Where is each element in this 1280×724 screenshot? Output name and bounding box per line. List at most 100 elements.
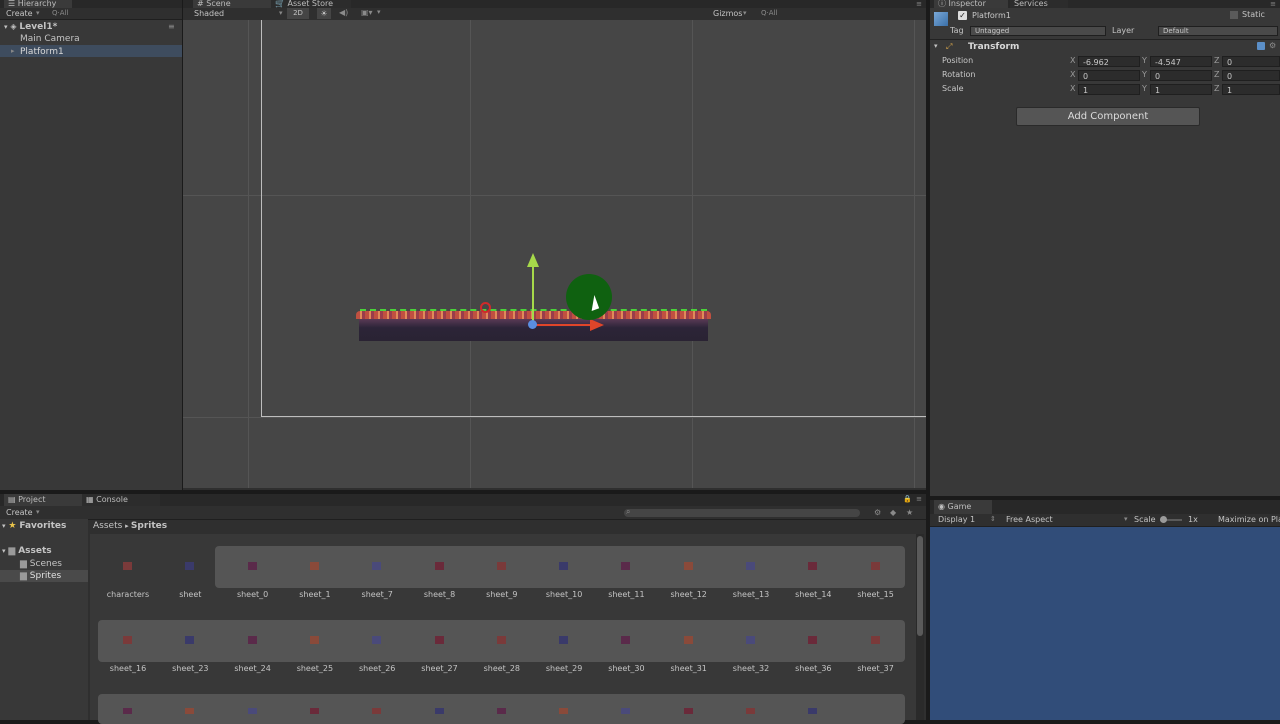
breadcrumb-sprites[interactable]: Sprites xyxy=(131,521,167,531)
hierarchy-create-button[interactable]: Create xyxy=(6,9,33,18)
asset-label[interactable]: sheet_8 xyxy=(409,590,471,599)
asset-thumbnail[interactable] xyxy=(123,636,132,644)
transform-z-field[interactable]: 0 xyxy=(1222,70,1280,81)
asset-label[interactable]: sheet_37 xyxy=(845,664,907,673)
game-viewport[interactable] xyxy=(930,527,1280,720)
asset-label[interactable]: sheet_32 xyxy=(720,664,782,673)
asset-thumbnail[interactable] xyxy=(247,636,257,644)
asset-label[interactable]: sheet_12 xyxy=(658,590,720,599)
assets-row[interactable]: ▾ ▆ Assets xyxy=(2,546,52,556)
scale-slider-thumb[interactable] xyxy=(1160,516,1167,523)
tag-dropdown[interactable]: Untagged xyxy=(970,26,1106,36)
maximize-on-play-toggle[interactable]: Maximize on Play xyxy=(1218,515,1280,524)
asset-label[interactable]: sheet_27 xyxy=(409,664,471,673)
shading-dropdown[interactable]: Shaded xyxy=(194,9,224,18)
axis-label-z[interactable]: Z xyxy=(1214,55,1219,67)
asset-label[interactable]: sheet_23 xyxy=(159,664,221,673)
transform-settings-icon[interactable]: ⚙ xyxy=(1269,41,1276,50)
transform-x-field[interactable]: -6.962 xyxy=(1078,56,1140,67)
tab-inspector[interactable]: ⓘ Inspector xyxy=(934,0,1008,8)
asset-label[interactable]: sheet_10 xyxy=(533,590,595,599)
transform-x-field[interactable]: 0 xyxy=(1078,70,1140,81)
asset-thumbnail[interactable] xyxy=(870,562,880,570)
aspect-dropdown[interactable]: Free Aspect xyxy=(1006,515,1053,524)
asset-label[interactable]: sheet_25 xyxy=(284,664,346,673)
favorites-row[interactable]: ▾ ★ Favorites xyxy=(2,521,66,531)
asset-label[interactable]: sheet_24 xyxy=(222,664,284,673)
asset-thumbnail[interactable] xyxy=(746,636,755,644)
pivot-circle[interactable] xyxy=(480,302,491,313)
asset-label[interactable]: sheet_13 xyxy=(720,590,782,599)
asset-thumbnail[interactable] xyxy=(683,562,693,570)
asset-thumbnail[interactable] xyxy=(496,708,506,714)
gizmo-y-axis[interactable] xyxy=(532,264,534,326)
axis-label-x[interactable]: X xyxy=(1070,83,1075,95)
hierarchy-item-main-camera[interactable]: Main Camera xyxy=(20,34,80,44)
project-scroll-thumb[interactable] xyxy=(917,536,923,636)
asset-thumbnail[interactable] xyxy=(559,562,569,570)
transform-y-field[interactable]: 0 xyxy=(1150,70,1212,81)
tab-asset-store[interactable]: 🛒 Asset Store xyxy=(271,0,351,8)
asset-thumbnail[interactable] xyxy=(434,562,444,570)
asset-thumbnail[interactable] xyxy=(559,636,569,644)
transform-y-field[interactable]: -4.547 xyxy=(1150,56,1212,67)
effects-toggle-icon[interactable]: ▣▾ xyxy=(361,8,373,17)
axis-label-z[interactable]: Z xyxy=(1214,69,1219,81)
asset-thumbnail[interactable] xyxy=(621,562,631,570)
asset-thumbnail[interactable] xyxy=(746,562,755,570)
asset-thumbnail[interactable] xyxy=(247,562,257,570)
axis-label-x[interactable]: X xyxy=(1070,69,1075,81)
gizmo-x-arrow-icon[interactable] xyxy=(590,319,604,331)
axis-label-y[interactable]: Y xyxy=(1142,55,1147,67)
folder-scenes[interactable]: ▆ Scenes xyxy=(20,559,62,569)
breadcrumb-assets[interactable]: Assets xyxy=(93,521,122,531)
asset-label[interactable]: sheet_30 xyxy=(595,664,657,673)
tab-game[interactable]: ◉ Game xyxy=(934,500,992,514)
active-checkbox[interactable]: ✓ xyxy=(958,11,967,20)
gizmo-y-arrow-icon[interactable] xyxy=(527,253,539,267)
scene-root-row[interactable]: ▾ ◈ Level1* ≡ xyxy=(4,22,180,33)
asset-label[interactable]: sheet_36 xyxy=(782,664,844,673)
asset-label[interactable]: sheet xyxy=(159,590,221,599)
asset-label[interactable]: sheet_0 xyxy=(222,590,284,599)
asset-thumbnail[interactable] xyxy=(247,708,257,714)
tab-console[interactable]: ▦ Console xyxy=(82,494,160,506)
inspector-menu-icon[interactable]: ≡ xyxy=(1270,0,1276,8)
gizmo-x-axis[interactable] xyxy=(534,324,592,326)
scene-viewport[interactable] xyxy=(183,20,926,488)
tab-project[interactable]: ▤ Project xyxy=(4,494,82,506)
asset-label[interactable]: sheet_29 xyxy=(533,664,595,673)
project-lock-icon[interactable]: 🔒 xyxy=(903,495,912,503)
asset-thumbnail[interactable] xyxy=(309,562,319,570)
axis-label-x[interactable]: X xyxy=(1070,55,1075,67)
transform-z-field[interactable]: 0 xyxy=(1222,56,1280,67)
gizmo-center-handle[interactable] xyxy=(528,320,537,329)
asset-thumbnail[interactable] xyxy=(185,562,195,570)
static-checkbox[interactable] xyxy=(1230,11,1238,19)
asset-thumbnail[interactable] xyxy=(372,562,382,570)
transform-help-icon[interactable] xyxy=(1257,42,1265,50)
asset-thumbnail[interactable] xyxy=(372,708,382,714)
asset-label[interactable]: sheet_28 xyxy=(471,664,533,673)
scene-panel-menu-icon[interactable]: ≡ xyxy=(916,0,922,8)
2d-toggle-button[interactable]: 2D xyxy=(287,8,309,19)
asset-thumbnail[interactable] xyxy=(496,636,506,644)
asset-thumbnail[interactable] xyxy=(434,636,444,644)
asset-thumbnail[interactable] xyxy=(496,562,506,570)
tab-hierarchy[interactable]: ☰ Hierarchy xyxy=(4,0,72,8)
object-name-field[interactable]: Platform1 xyxy=(968,10,1224,21)
tab-scene[interactable]: # Scene xyxy=(193,0,271,8)
asset-thumbnail[interactable] xyxy=(559,708,569,714)
asset-label[interactable]: characters xyxy=(97,590,159,599)
filter-type-icon[interactable]: ⚙ xyxy=(874,508,881,517)
hierarchy-search-input[interactable]: Q·All xyxy=(52,9,68,17)
project-menu-icon[interactable]: ≡ xyxy=(916,495,922,503)
favorite-star-icon[interactable]: ★ xyxy=(906,508,913,517)
asset-thumbnail[interactable] xyxy=(808,708,818,714)
asset-thumbnail[interactable] xyxy=(309,636,319,644)
transform-x-field[interactable]: 1 xyxy=(1078,84,1140,95)
scene-search-input[interactable]: Q·All xyxy=(761,9,777,17)
layer-dropdown[interactable]: Default xyxy=(1158,26,1278,36)
axis-label-z[interactable]: Z xyxy=(1214,83,1219,95)
transform-y-field[interactable]: 1 xyxy=(1150,84,1212,95)
